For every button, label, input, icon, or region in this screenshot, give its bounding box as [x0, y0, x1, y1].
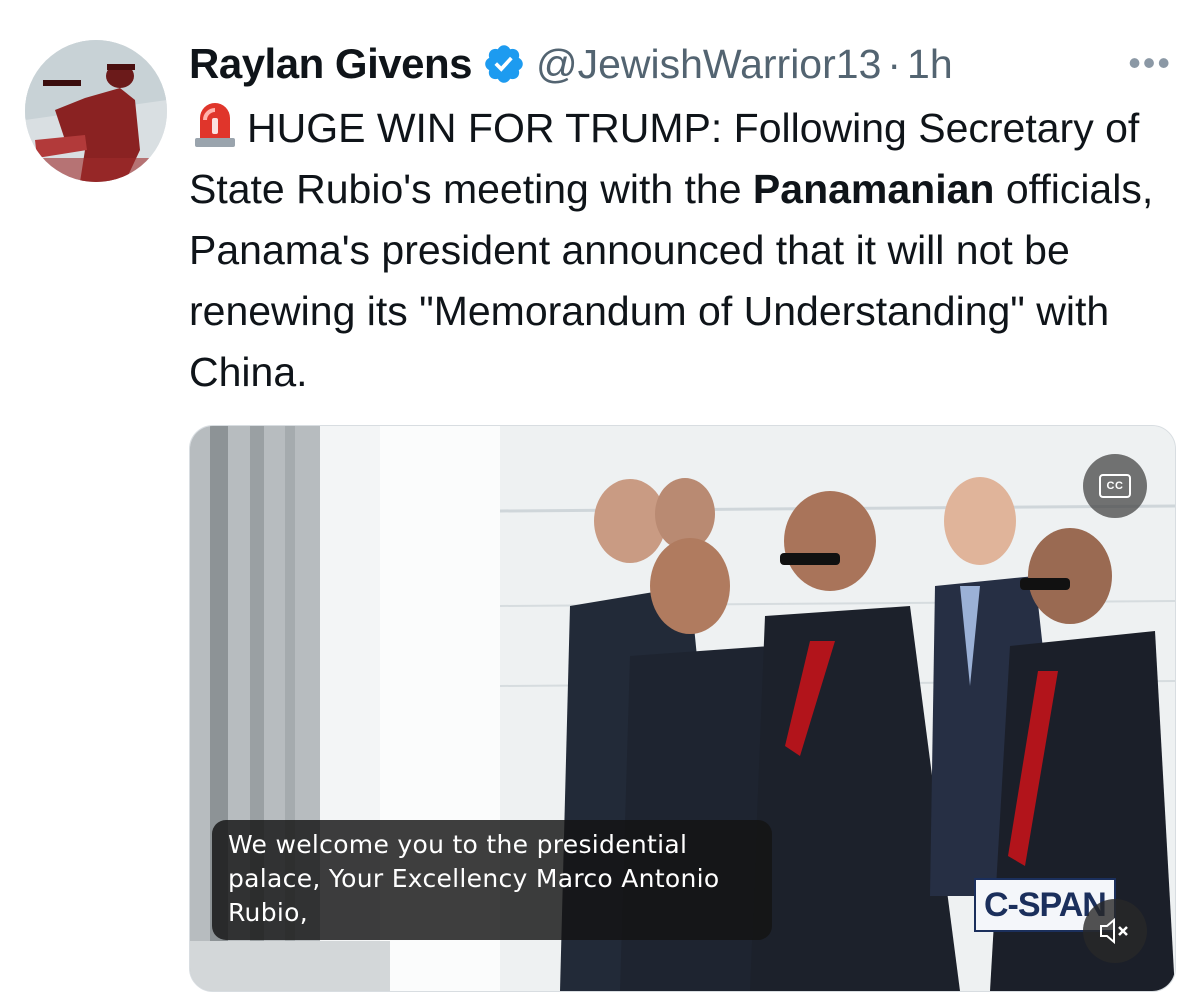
muted-speaker-icon — [1100, 917, 1128, 945]
avatar-image — [25, 40, 167, 182]
mute-button[interactable] — [1083, 899, 1147, 963]
separator-dot: · — [887, 40, 902, 87]
video-player[interactable]: CC We welcome you to the presidential pa… — [189, 425, 1176, 992]
closed-captions-button[interactable]: CC — [1083, 454, 1147, 518]
siren-icon — [195, 103, 235, 147]
timestamp[interactable]: 1h — [907, 41, 953, 88]
tweet-text-bold: Panamanian — [752, 166, 995, 212]
video-caption: We welcome you to the presidential palac… — [212, 820, 772, 940]
tweet-text: HUGE WIN FOR TRUMP: Following Secretary … — [189, 98, 1179, 403]
cc-icon: CC — [1099, 474, 1131, 498]
avatar[interactable] — [25, 40, 167, 182]
handle[interactable]: @JewishWarrior13 — [536, 41, 881, 88]
display-name[interactable]: Raylan Givens — [189, 40, 472, 88]
verified-badge-icon — [485, 45, 523, 83]
more-options-icon[interactable]: ••• — [1128, 42, 1172, 84]
tweet-header: Raylan Givens @JewishWarrior13 · 1h ••• — [189, 36, 1180, 92]
